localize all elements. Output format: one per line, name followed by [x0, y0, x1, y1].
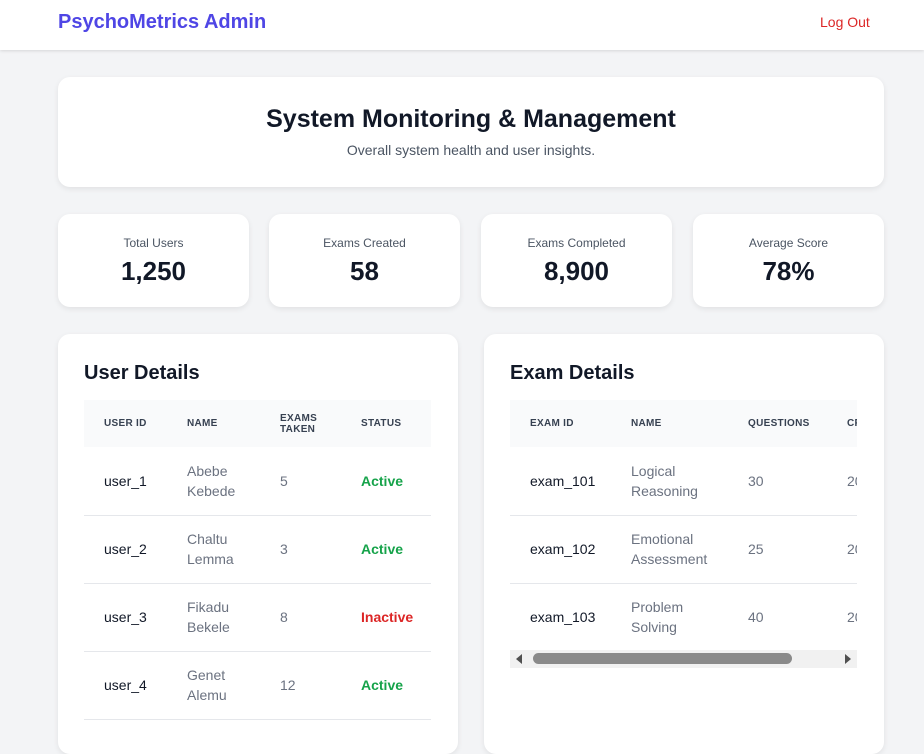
user-details-panel: User Details User ID Name Exams Taken St… — [58, 334, 458, 754]
horizontal-scrollbar[interactable] — [510, 650, 857, 668]
table-header-row: User ID Name Exams Taken Status — [84, 400, 431, 447]
scroll-left-arrow-icon[interactable] — [516, 654, 522, 664]
stat-label: Total Users — [123, 236, 184, 250]
user-id-cell: user_2 — [84, 515, 167, 584]
column-header[interactable]: Exams Taken — [260, 400, 341, 447]
table-row[interactable]: user_1 Abebe Kebede 5 Active — [84, 447, 431, 516]
exam-name-cell: Problem Solving — [611, 583, 728, 652]
column-header[interactable]: Questions — [728, 400, 827, 447]
exams-table: Exam ID Name Questions Cr... On exam_101… — [510, 400, 857, 652]
questions-cell: 25 — [728, 515, 827, 584]
table-row[interactable]: exam_102 Emotional Assessment 25 20 0 — [510, 515, 857, 584]
exam-id-cell: exam_102 — [510, 515, 611, 584]
status-badge: Active — [341, 515, 431, 584]
exams-taken-cell: 12 — [260, 651, 341, 720]
exam-table-scroll-area[interactable]: Exam ID Name Questions Cr... On exam_101… — [510, 400, 857, 670]
stat-card-exams-completed: Exams Completed 8,900 — [481, 214, 672, 307]
column-header[interactable]: Name — [611, 400, 728, 447]
column-header[interactable]: Status — [341, 400, 431, 447]
stat-value: 8,900 — [543, 256, 610, 286]
stat-value: 78% — [762, 256, 815, 286]
user-id-cell: user_1 — [84, 447, 167, 516]
logout-button[interactable]: Log Out — [820, 14, 870, 30]
column-header[interactable]: Exam ID — [510, 400, 611, 447]
user-details-title: User Details — [84, 362, 200, 384]
exams-taken-cell: 5 — [260, 447, 341, 516]
stat-value: 1,250 — [120, 256, 187, 286]
stat-value: 58 — [350, 256, 379, 286]
top-navbar: PsychoMetrics Admin Log Out — [0, 0, 924, 50]
exams-taken-cell: 8 — [260, 583, 341, 652]
exam-details-panel: Exam Details Exam ID Name Questions Cr..… — [484, 334, 884, 754]
created-on-cell: 20 0 — [827, 447, 857, 516]
questions-cell: 40 — [728, 583, 827, 652]
user-name-cell: Fikadu Bekele — [167, 583, 260, 652]
status-badge: Inactive — [341, 583, 431, 652]
users-table: User ID Name Exams Taken Status user_1 A… — [84, 400, 431, 720]
stat-card-total-users: Total Users 1,250 — [58, 214, 249, 307]
table-row[interactable]: user_4 Genet Alemu 12 Active — [84, 651, 431, 720]
status-badge: Active — [341, 651, 431, 720]
stat-label: Exams Completed — [527, 236, 626, 250]
created-on-cell: 20 0 — [827, 515, 857, 584]
stat-label: Exams Created — [323, 236, 406, 250]
brand-title[interactable]: PsychoMetrics Admin — [58, 11, 266, 34]
exam-id-cell: exam_101 — [510, 447, 611, 516]
table-row[interactable]: exam_101 Logical Reasoning 30 20 0 — [510, 447, 857, 516]
hero-card: System Monitoring & Management Overall s… — [58, 77, 884, 187]
exam-name-cell: Logical Reasoning — [611, 447, 728, 516]
column-header[interactable]: Cr... On — [827, 400, 857, 447]
column-header[interactable]: User ID — [84, 400, 167, 447]
exam-name-cell: Emotional Assessment — [611, 515, 728, 584]
table-row[interactable]: user_3 Fikadu Bekele 8 Inactive — [84, 583, 431, 652]
page-subtitle: Overall system health and user insights. — [346, 142, 596, 158]
exam-id-cell: exam_103 — [510, 583, 611, 652]
stat-card-exams-created: Exams Created 58 — [269, 214, 460, 307]
stat-label: Average Score — [748, 236, 829, 250]
stat-card-average-score: Average Score 78% — [693, 214, 884, 307]
user-name-cell: Genet Alemu — [167, 651, 260, 720]
table-header-row: Exam ID Name Questions Cr... On — [510, 400, 857, 447]
created-on-cell: 20 0 — [827, 583, 857, 652]
exams-taken-cell: 3 — [260, 515, 341, 584]
table-row[interactable]: user_2 Chaltu Lemma 3 Active — [84, 515, 431, 584]
table-row[interactable]: exam_103 Problem Solving 40 20 0 — [510, 583, 857, 652]
scroll-right-arrow-icon[interactable] — [845, 654, 851, 664]
user-id-cell: user_4 — [84, 651, 167, 720]
page-title: System Monitoring & Management — [266, 105, 676, 133]
user-name-cell: Chaltu Lemma — [167, 515, 260, 584]
user-name-cell: Abebe Kebede — [167, 447, 260, 516]
scrollbar-thumb[interactable] — [533, 653, 792, 664]
exam-details-title: Exam Details — [510, 362, 635, 384]
column-header[interactable]: Name — [167, 400, 260, 447]
user-id-cell: user_3 — [84, 583, 167, 652]
questions-cell: 30 — [728, 447, 827, 516]
status-badge: Active — [341, 447, 431, 516]
